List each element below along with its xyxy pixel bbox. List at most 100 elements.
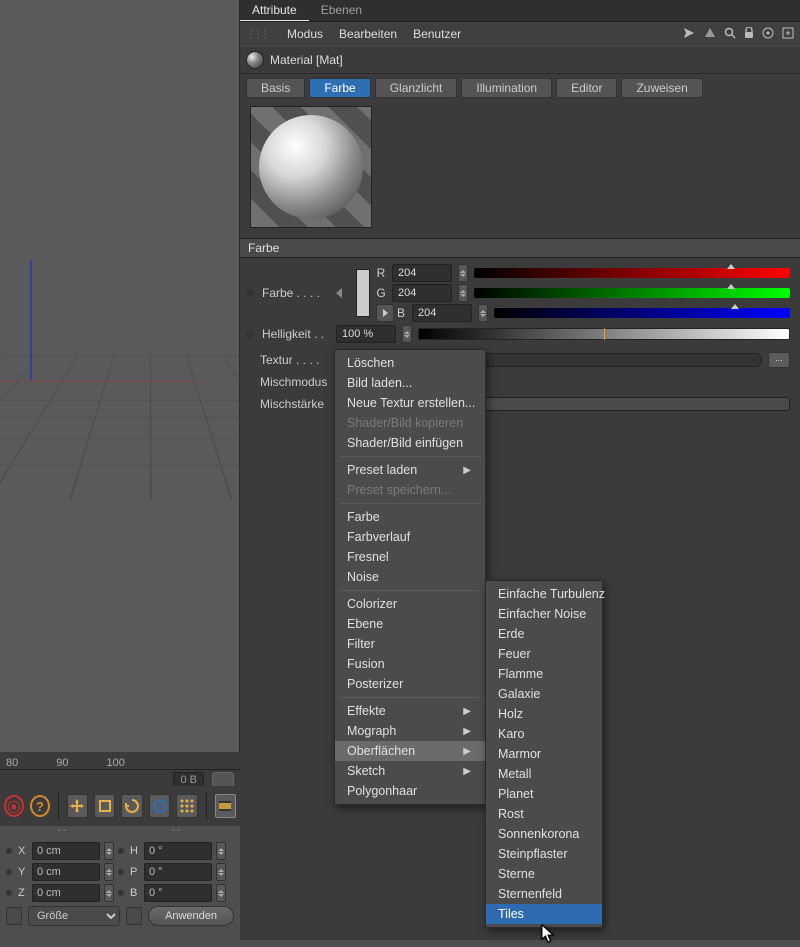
menu-item[interactable]: Preset speichern... xyxy=(335,480,485,500)
apply-button[interactable]: Anwenden xyxy=(148,906,234,926)
submenu-item[interactable]: Erde xyxy=(486,624,602,644)
menu-item[interactable]: Fusion xyxy=(335,654,485,674)
menu-item[interactable]: Noise xyxy=(335,567,485,587)
menu-item[interactable]: Neue Textur erstellen... xyxy=(335,393,485,413)
brightness-value[interactable] xyxy=(336,325,396,343)
tab-glanzlicht[interactable]: Glanzlicht xyxy=(375,78,458,98)
tab-attribute[interactable]: Attribute xyxy=(240,0,309,21)
r-value[interactable] xyxy=(392,264,452,282)
h-spinner[interactable] xyxy=(216,842,226,860)
menu-item[interactable]: Fresnel xyxy=(335,547,485,567)
filmstrip-icon[interactable] xyxy=(215,794,236,818)
g-spinner[interactable] xyxy=(458,284,468,302)
tab-illumination[interactable]: Illumination xyxy=(461,78,552,98)
b-spinner[interactable] xyxy=(478,304,488,322)
submenu-item[interactable]: Metall xyxy=(486,764,602,784)
menu-item[interactable]: Polygonhaar xyxy=(335,781,485,801)
menu-item[interactable]: Shader/Bild einfügen xyxy=(335,433,485,453)
menu-item[interactable]: Filter xyxy=(335,634,485,654)
submenu-item[interactable]: Karo xyxy=(486,724,602,744)
size-nub[interactable] xyxy=(126,907,142,925)
b-value[interactable] xyxy=(144,884,212,902)
tab-farbe[interactable]: Farbe xyxy=(309,78,370,98)
grid-tool-icon[interactable] xyxy=(176,794,197,818)
rotate-tool-icon[interactable] xyxy=(121,794,142,818)
x-value[interactable] xyxy=(32,842,100,860)
target-icon[interactable] xyxy=(762,27,774,42)
oberflaechen-submenu[interactable]: Einfache TurbulenzEinfacher NoiseErdeFeu… xyxy=(485,580,603,928)
z-value[interactable] xyxy=(32,884,100,902)
parametric-tool-icon[interactable]: P xyxy=(149,794,170,818)
submenu-item[interactable]: Einfache Turbulenz xyxy=(486,584,602,604)
back-arrow-icon[interactable] xyxy=(682,27,696,42)
submenu-item[interactable]: Steinpflaster xyxy=(486,844,602,864)
submenu-item[interactable]: Marmor xyxy=(486,744,602,764)
new-window-icon[interactable] xyxy=(782,27,794,42)
up-arrow-icon[interactable] xyxy=(704,27,716,42)
size-select[interactable]: Größe xyxy=(28,906,120,926)
tab-basis[interactable]: Basis xyxy=(246,78,305,98)
menu-item[interactable]: Effekte▶ xyxy=(335,701,485,721)
submenu-item[interactable]: Sternenfeld xyxy=(486,884,602,904)
submenu-item[interactable]: Sterne xyxy=(486,864,602,884)
color-model-toggle[interactable] xyxy=(376,304,394,322)
help-icon[interactable]: ? xyxy=(30,795,50,817)
submenu-item[interactable]: Sonnenkorona xyxy=(486,824,602,844)
menu-item[interactable]: Sketch▶ xyxy=(335,761,485,781)
menu-modus[interactable]: Modus xyxy=(287,27,323,41)
menu-item[interactable]: Löschen xyxy=(335,353,485,373)
menu-benutzer[interactable]: Benutzer xyxy=(413,27,461,41)
menu-bearbeiten[interactable]: Bearbeiten xyxy=(339,27,397,41)
p-value[interactable] xyxy=(144,863,212,881)
p-spinner[interactable] xyxy=(216,863,226,881)
menu-item[interactable]: Posterizer xyxy=(335,674,485,694)
grip-icon[interactable]: ⋮⋮⋮ xyxy=(246,29,267,40)
submenu-item[interactable]: Flamme xyxy=(486,664,602,684)
x-spinner[interactable] xyxy=(104,842,114,860)
collapse-triangle-icon[interactable] xyxy=(336,288,342,298)
brightness-spinner[interactable] xyxy=(402,325,412,343)
tab-editor[interactable]: Editor xyxy=(556,78,617,98)
submenu-item[interactable]: Tiles xyxy=(486,904,602,924)
menu-item[interactable]: Farbe xyxy=(335,507,485,527)
tab-ebenen[interactable]: Ebenen xyxy=(309,0,374,21)
submenu-item[interactable]: Holz xyxy=(486,704,602,724)
mode-nub[interactable] xyxy=(6,907,22,925)
color-swatch[interactable] xyxy=(356,269,370,317)
material-preview[interactable] xyxy=(250,106,372,228)
submenu-item[interactable]: Einfacher Noise xyxy=(486,604,602,624)
tab-zuweisen[interactable]: Zuweisen xyxy=(621,78,702,98)
submenu-item[interactable]: Galaxie xyxy=(486,684,602,704)
record-toggle-icon[interactable]: ⦿ xyxy=(4,795,24,817)
y-value[interactable] xyxy=(32,863,100,881)
texture-context-menu[interactable]: LöschenBild laden...Neue Textur erstelle… xyxy=(334,349,486,805)
b-spinner[interactable] xyxy=(216,884,226,902)
brightness-slider[interactable] xyxy=(418,328,790,340)
menu-item[interactable]: Farbverlauf xyxy=(335,527,485,547)
submenu-item[interactable]: Rost xyxy=(486,804,602,824)
g-value[interactable] xyxy=(392,284,452,302)
r-spinner[interactable] xyxy=(458,264,468,282)
y-spinner[interactable] xyxy=(104,863,114,881)
menu-item[interactable]: Oberflächen▶ xyxy=(335,741,485,761)
menu-item[interactable]: Shader/Bild kopieren xyxy=(335,413,485,433)
menu-item[interactable]: Bild laden... xyxy=(335,373,485,393)
viewport-3d[interactable] xyxy=(0,0,240,752)
menu-item[interactable]: Ebene xyxy=(335,614,485,634)
g-slider[interactable] xyxy=(474,288,790,298)
menu-item[interactable]: Mograph▶ xyxy=(335,721,485,741)
b-value-input[interactable] xyxy=(412,304,472,322)
b-slider[interactable] xyxy=(494,308,790,318)
menu-item[interactable]: Preset laden▶ xyxy=(335,460,485,480)
h-value[interactable] xyxy=(144,842,212,860)
z-spinner[interactable] xyxy=(104,884,114,902)
menu-item[interactable]: Colorizer xyxy=(335,594,485,614)
submenu-item[interactable]: Planet xyxy=(486,784,602,804)
texture-browse-button[interactable]: ... xyxy=(768,352,790,368)
r-slider[interactable] xyxy=(474,268,790,278)
scale-tool-icon[interactable] xyxy=(94,794,115,818)
submenu-item[interactable]: Feuer xyxy=(486,644,602,664)
search-icon[interactable] xyxy=(724,27,736,42)
move-tool-icon[interactable] xyxy=(67,794,88,818)
lock-icon[interactable] xyxy=(744,27,754,42)
